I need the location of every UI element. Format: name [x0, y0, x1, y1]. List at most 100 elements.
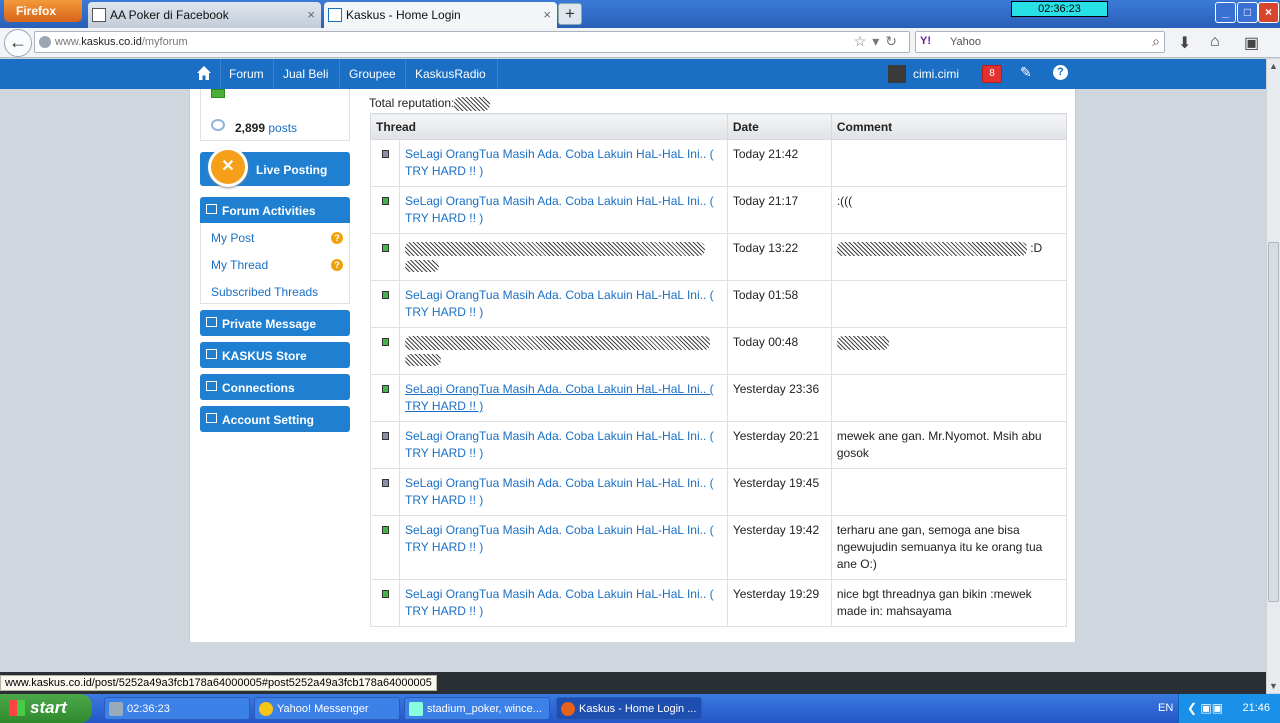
nav-forum[interactable]: Forum	[229, 67, 264, 81]
notification-badge[interactable]: 8	[982, 65, 1002, 83]
nav-separator	[273, 59, 274, 89]
windows-logo-icon	[9, 700, 25, 716]
home-icon[interactable]: ⌂	[1210, 33, 1220, 51]
back-button[interactable]: ←	[4, 29, 32, 57]
thread-link[interactable]: SeLagi OrangTua Masih Ada. Coba Lakuin H…	[405, 587, 714, 618]
total-reputation: Total reputation:	[369, 96, 491, 111]
post-comment	[830, 280, 1068, 328]
close-window-button[interactable]: ×	[1258, 2, 1279, 23]
search-box[interactable]: Y! Yahoo ⌕	[915, 31, 1165, 53]
nav-jual-beli[interactable]: Jual Beli	[283, 67, 328, 81]
thread-link[interactable]: SeLagi OrangTua Masih Ada. Coba Lakuin H…	[405, 147, 714, 178]
live-posting-button[interactable]: ✕ Live Posting	[200, 147, 350, 187]
scroll-up-icon[interactable]: ▲	[1269, 61, 1278, 71]
nav-separator	[497, 59, 498, 89]
status-dot-icon	[381, 244, 389, 252]
status-url: www.kaskus.co.id/post/5252a49a3fcb178a64…	[0, 675, 437, 691]
post-comment: :D	[1030, 241, 1043, 255]
home-icon[interactable]	[196, 65, 212, 81]
firefox-icon	[561, 702, 575, 716]
my-thread-link[interactable]: My Thread	[211, 258, 268, 272]
taskbar-item-clock[interactable]: 02:36:23	[104, 697, 250, 720]
taskbar-item-label: Yahoo! Messenger	[277, 703, 369, 715]
clock-widget: 02:36:23	[1011, 1, 1108, 17]
forum-activities-label: Forum Activities	[222, 204, 316, 218]
language-indicator[interactable]: EN	[1158, 702, 1173, 714]
page-scrollbar[interactable]: ▲ ▼	[1266, 59, 1280, 693]
thread-link[interactable]: SeLagi OrangTua Masih Ada. Coba Lakuin H…	[405, 429, 714, 460]
private-message-label: Private Message	[222, 317, 317, 331]
main-content: 2,899 posts ✕ Live Posting Forum Activit…	[189, 89, 1076, 642]
column-date: Date	[726, 113, 832, 140]
minimize-window-button[interactable]: _	[1215, 2, 1236, 23]
column-comment: Comment	[830, 113, 1068, 140]
windows-taskbar: start 02:36:23 Yahoo! Messenger stadium_…	[0, 694, 1280, 723]
navigation-toolbar: ← www.kaskus.co.id/myforum ☆▾↻ Y! Yahoo …	[0, 28, 1280, 58]
search-icon[interactable]: ⌕	[1152, 33, 1160, 50]
forum-activities-header[interactable]: Forum Activities	[200, 197, 350, 223]
start-button[interactable]: start	[0, 694, 92, 723]
tab-title: Kaskus - Home Login	[346, 8, 461, 22]
help-icon[interactable]: ?	[1053, 65, 1068, 80]
posts-count-box: 2,899 posts	[200, 89, 350, 141]
addon-icon[interactable]: ▣	[1244, 33, 1259, 53]
thread-link[interactable]: SeLagi OrangTua Masih Ada. Coba Lakuin H…	[405, 288, 714, 319]
close-tab-icon[interactable]: ×	[307, 7, 315, 22]
live-posting-label: Live Posting	[256, 163, 328, 177]
thread-link[interactable]: SeLagi OrangTua Masih Ada. Coba Lakuin H…	[405, 194, 714, 225]
scrollbar-thumb[interactable]	[1268, 242, 1279, 602]
tab-kaskus[interactable]: Kaskus - Home Login ×	[324, 2, 557, 28]
username[interactable]: cimi.cimi	[913, 67, 959, 81]
new-tab-button[interactable]: +	[558, 3, 582, 25]
url-bar[interactable]: www.kaskus.co.id/myforum ☆▾↻	[34, 31, 910, 53]
globe-icon	[39, 36, 51, 48]
connections-button[interactable]: Connections	[200, 374, 350, 400]
subscribed-threads-link[interactable]: Subscribed Threads	[211, 285, 318, 299]
smiley-icon	[259, 702, 273, 716]
yahoo-logo-icon[interactable]: Y!	[920, 35, 931, 47]
thread-table: Thread Date Comment SeLagi OrangTua Masi…	[370, 113, 1068, 627]
nav-kaskusradio[interactable]: KaskusRadio	[415, 67, 486, 81]
redacted-thread-scribble	[405, 259, 439, 272]
redacted-comment-scribble	[836, 335, 889, 350]
kaskus-favicon-icon	[328, 8, 342, 22]
thread-link[interactable]: SeLagi OrangTua Masih Ada. Coba Lakuin H…	[405, 523, 714, 554]
gear-icon	[206, 413, 217, 423]
firefox-menu-button[interactable]: Firefox	[4, 0, 82, 22]
account-setting-button[interactable]: Account Setting	[200, 406, 350, 432]
maximize-window-button[interactable]: □	[1237, 2, 1258, 23]
my-post-badge: ?	[331, 232, 343, 244]
app-icon	[409, 702, 423, 716]
people-icon	[206, 381, 217, 391]
post-comment	[830, 468, 1068, 516]
tray-icons[interactable]: ❮ ▣▣	[1187, 701, 1223, 715]
envelope-icon	[206, 317, 217, 327]
table-row: Today 13:22 :D	[370, 233, 1068, 281]
taskbar-item-label: Kaskus - Home Login ...	[579, 703, 697, 715]
thread-link[interactable]: SeLagi OrangTua Masih Ada. Coba Lakuin H…	[405, 476, 714, 507]
taskbar-item-stadium-poker[interactable]: stadium_poker, wince...	[404, 697, 550, 720]
taskbar-item-yahoo-messenger[interactable]: Yahoo! Messenger	[254, 697, 400, 720]
table-row: SeLagi OrangTua Masih Ada. Coba Lakuin H…	[370, 186, 1068, 234]
pencil-icon[interactable]: ✎	[1020, 64, 1032, 81]
post-comment: :(((	[830, 186, 1068, 234]
taskbar-item-kaskus[interactable]: Kaskus - Home Login ...	[556, 697, 702, 720]
tab-aa-poker[interactable]: AA Poker di Facebook ×	[88, 2, 321, 28]
bookmark-reload-icons[interactable]: ☆▾↻	[854, 33, 903, 50]
post-comment: mewek ane gan. Mr.Nyomot. Msih abu gosok	[830, 421, 1068, 469]
download-icon[interactable]: ⬇	[1178, 33, 1191, 53]
poker-favicon-icon	[92, 8, 106, 22]
avatar[interactable]	[888, 65, 906, 83]
status-dot-icon	[381, 590, 389, 598]
table-header-row: Thread Date Comment	[370, 113, 1068, 140]
redacted-thread-scribble	[405, 241, 705, 256]
nav-groupee[interactable]: Groupee	[349, 67, 396, 81]
status-dot-icon	[381, 197, 389, 205]
scroll-down-icon[interactable]: ▼	[1269, 681, 1278, 691]
my-post-link[interactable]: My Post	[211, 231, 254, 245]
thread-link[interactable]: SeLagi OrangTua Masih Ada. Coba Lakuin H…	[405, 382, 714, 413]
private-message-button[interactable]: Private Message	[200, 310, 350, 336]
kaskus-store-button[interactable]: KASKUS Store	[200, 342, 350, 368]
close-tab-icon[interactable]: ×	[543, 7, 551, 22]
nav-separator	[405, 59, 406, 89]
